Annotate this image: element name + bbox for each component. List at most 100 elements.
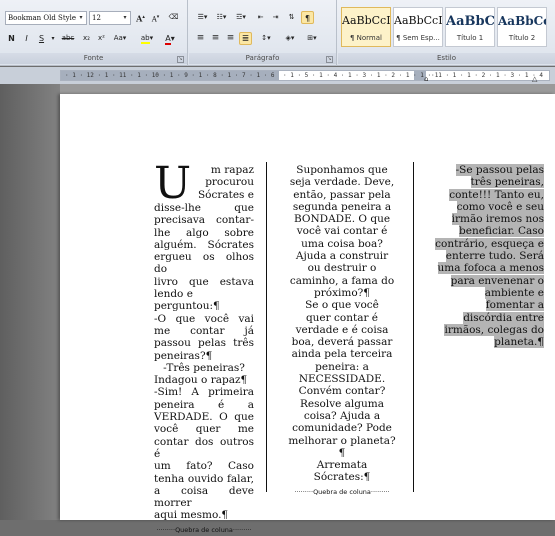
chevron-down-icon[interactable]: ▾	[77, 13, 85, 23]
highlight-label: ab	[140, 34, 150, 44]
text-line: Sócrates:¶	[313, 471, 371, 484]
text-line: ainda pela terceira	[291, 348, 393, 361]
style-name: Título 2	[508, 34, 536, 42]
underline-button[interactable]: S	[35, 32, 48, 45]
style-sample: AaBbC	[446, 14, 494, 29]
decrease-indent-icon[interactable]: ⇤	[254, 11, 267, 24]
selected-text: contrário, esqueça e	[435, 237, 544, 250]
text-line: alguém. Sócrates	[154, 238, 254, 251]
style-sample: AaBbCcI	[342, 14, 390, 27]
selected-text-line: conte!!! Tanto eu,	[422, 188, 544, 201]
selected-text-line: -Se passou pelas	[422, 164, 544, 176]
paragraph-group: ☰▾ ☷▾ ☲▾ ⇤ ⇥ ⇅ ¶ ≡ ≡ ≡ ≣ ↕▾ ◈▾ ⊞▾ Parágr…	[189, 0, 337, 66]
text-line: ou destruir o	[307, 262, 377, 275]
borders-icon[interactable]: ⊞▾	[303, 32, 321, 45]
horizontal-ruler[interactable]: · 1 · 12 · 1 · 11 · 1 · 10 · 1 · 9 · 1 ·…	[0, 67, 555, 84]
chevron-down-icon[interactable]: ▾	[121, 13, 129, 23]
style-normal[interactable]: AaBbCcI ¶ Normal	[341, 7, 391, 47]
sort-icon[interactable]: ⇅	[285, 11, 298, 24]
text-line: quer contar é	[305, 311, 379, 324]
text-line: Resolve alguma	[300, 397, 384, 410]
styles-group-label: Estilo	[338, 53, 555, 64]
text-line: contar dos outros é	[154, 435, 254, 460]
style-sample: AaBbCcI	[394, 14, 442, 27]
text-line: seja verdade. Deve,	[289, 176, 395, 189]
text-line: caminho, a fama do	[289, 274, 395, 287]
shading-icon[interactable]: ◈▾	[281, 32, 299, 45]
selected-text: para envenenar o	[450, 274, 544, 287]
styles-group: AaBbCcI ¶ Normal AaBbCcI ¶ Sem Esp... Aa…	[338, 0, 555, 66]
text-line: -Sim! A primeira	[154, 386, 254, 399]
selected-text: fomentar a	[485, 299, 544, 312]
text-line: então, passar pela	[293, 188, 391, 201]
font-name-combo[interactable]: Bookman Old Style ▾	[5, 11, 87, 25]
selected-text: planeta.¶	[494, 336, 544, 349]
highlight-button[interactable]: ab▾	[137, 32, 157, 45]
chevron-down-icon[interactable]: ▾	[50, 32, 56, 45]
paragraph-dialog-launcher-icon[interactable]: ↘	[326, 56, 333, 63]
indent-marker-icon[interactable]: ⌂	[424, 75, 428, 83]
font-group-label: Fonte	[0, 53, 187, 64]
text-line: passou pelas três	[154, 337, 254, 350]
font-size-combo[interactable]: 12 ▾	[89, 11, 131, 25]
ruler-numbers-left: · 1 · 12 · 1 · 11 · 1 · 10 · 1 · 9 · 1 ·…	[65, 72, 275, 79]
clear-format-icon[interactable]: ⌫	[167, 11, 180, 24]
selected-text-line: três peneiras,	[422, 176, 544, 189]
style-heading-2[interactable]: AaBbCc Título 2	[497, 7, 547, 47]
style-no-spacing[interactable]: AaBbCcI ¶ Sem Esp...	[393, 7, 443, 47]
ribbon: Bookman Old Style ▾ 12 ▾ A▴ A▾ ⌫ N I S ▾…	[0, 0, 555, 66]
text-line: peneiras?¶	[154, 349, 213, 362]
italic-button[interactable]: I	[20, 32, 33, 45]
ruler-numbers-mid: · 1 · 5 · 1 · 4 · 1 · 3 · 1 · 2 · 1 · 1 …	[283, 72, 439, 79]
align-center-icon[interactable]: ≡	[209, 32, 222, 45]
text-line: tenha ouvido falar,	[154, 472, 254, 485]
line-spacing-icon[interactable]: ↕▾	[257, 32, 275, 45]
shrink-font-button[interactable]: A▾	[149, 11, 162, 24]
text-line: BONDADE. O que	[293, 213, 391, 226]
increase-indent-icon[interactable]: ⇥	[269, 11, 282, 24]
numbering-icon[interactable]: ☷▾	[213, 11, 230, 24]
text-column-2[interactable]: Suponhamos que seja verdade. Deve, então…	[286, 164, 398, 498]
text-line: Suponhamos que	[296, 164, 388, 176]
text-line: segunda peneira a	[292, 200, 392, 213]
selected-text: como você e seu	[456, 200, 544, 213]
text-column-3[interactable]: -Se passou pelas três peneiras, conte!!!…	[422, 164, 544, 349]
text-line: próximo?¶	[314, 286, 370, 299]
selected-text-line: para envenenar o	[422, 274, 544, 287]
superscript-button[interactable]: x²	[95, 32, 108, 45]
font-dialog-launcher-icon[interactable]: ↘	[177, 56, 184, 63]
text-column-1[interactable]: U m rapaz procurou Sócrates e disse-lhe …	[154, 162, 254, 536]
document-page[interactable]: U m rapaz procurou Sócrates e disse-lhe …	[60, 94, 555, 534]
style-heading-1[interactable]: AaBbC Título 1	[445, 7, 495, 47]
paragraph-group-label: Parágrafo	[189, 53, 336, 64]
text-line: precisava contar-	[154, 214, 254, 227]
font-name-value: Bookman Old Style	[8, 14, 76, 22]
change-case-button[interactable]: Aa▾	[111, 32, 129, 45]
text-line: VERDADE. O que	[154, 411, 254, 424]
text-line: ergueu os olhos do	[154, 251, 254, 276]
text-line: Convém contar?	[298, 385, 386, 398]
text-line: boa, deverá passar	[291, 336, 393, 349]
show-formatting-button[interactable]: ¶	[301, 11, 314, 24]
font-color-button[interactable]: A▾	[160, 32, 180, 45]
multilevel-list-icon[interactable]: ☲▾	[232, 11, 250, 24]
selected-text-line: uma fofoca a menos	[422, 262, 544, 275]
ruler-track: · 1 · 12 · 1 · 11 · 1 · 10 · 1 · 9 · 1 ·…	[60, 70, 550, 81]
style-name: Título 1	[456, 34, 484, 42]
column-break-marker: ·········Quebra de coluna·········	[156, 525, 252, 534]
align-right-icon[interactable]: ≡	[224, 32, 237, 45]
strikethrough-button[interactable]: abc	[59, 32, 77, 45]
selected-text: uma fofoca a menos	[437, 262, 544, 275]
selected-text-line: fomentar a	[422, 299, 544, 312]
justify-icon[interactable]: ≣	[239, 32, 252, 45]
align-left-icon[interactable]: ≡	[194, 32, 207, 45]
selected-text-line: ambiente e	[422, 286, 544, 299]
selected-text: três peneiras,	[470, 176, 544, 189]
right-indent-marker-icon[interactable]: △	[532, 75, 537, 83]
selected-text: enterre tudo. Será	[445, 250, 544, 263]
grow-font-button[interactable]: A▴	[134, 11, 147, 24]
bullets-icon[interactable]: ☰▾	[194, 11, 211, 24]
subscript-button[interactable]: x₂	[80, 32, 93, 45]
bold-button[interactable]: N	[5, 32, 18, 45]
selected-text-line: discórdia entre	[422, 311, 544, 324]
